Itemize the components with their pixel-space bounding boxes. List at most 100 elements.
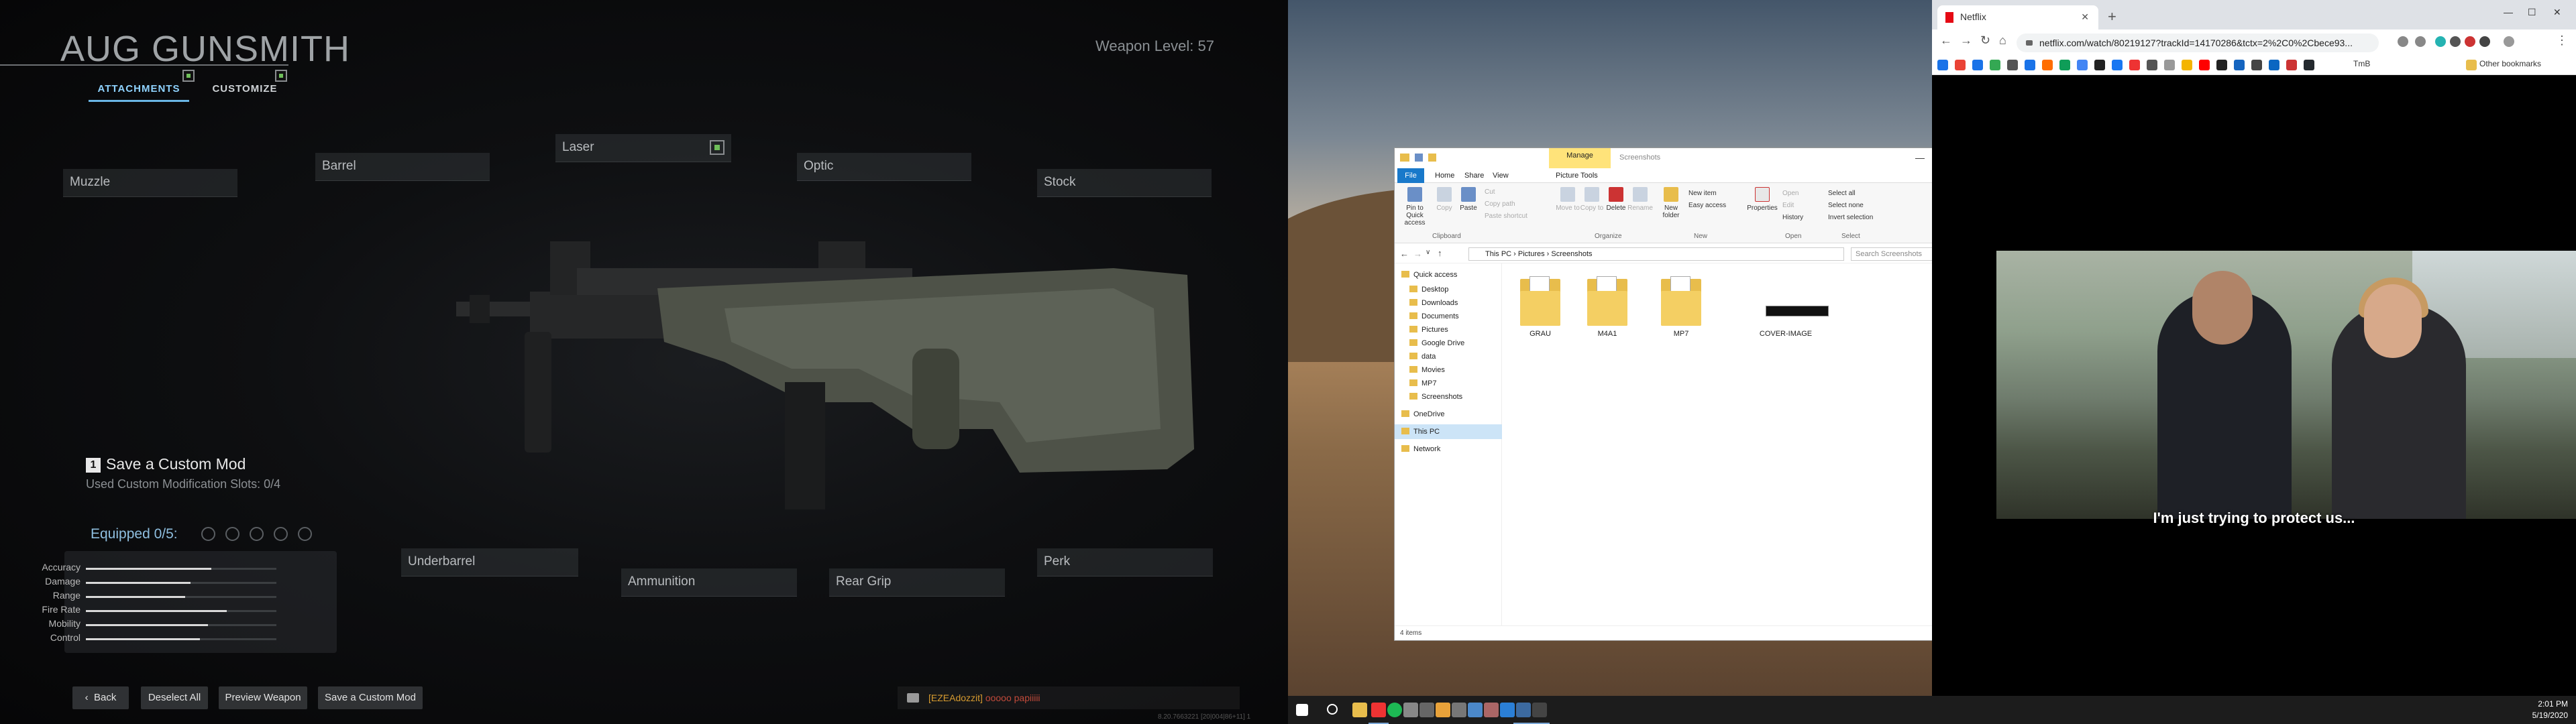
slot-underbarrel[interactable]: Underbarrel xyxy=(401,548,578,577)
tab-manage[interactable]: Manage xyxy=(1549,148,1611,168)
bookmark-icon[interactable] xyxy=(1990,60,2000,70)
close-tab-icon[interactable]: ✕ xyxy=(2081,5,2089,28)
nav-item-documents[interactable]: Documents xyxy=(1395,309,1502,324)
file-item-cover-image[interactable]: COVER-IMAGE xyxy=(1754,279,1829,338)
vscode-icon[interactable] xyxy=(1500,703,1515,717)
home-icon[interactable]: ⌂ xyxy=(1999,34,2006,48)
star-icon[interactable] xyxy=(2415,36,2426,47)
bookmark-icon[interactable] xyxy=(2182,60,2192,70)
bookmark-icon[interactable] xyxy=(2216,60,2227,70)
nav-item-desktop[interactable]: Desktop xyxy=(1395,282,1502,297)
app-icon[interactable] xyxy=(1436,703,1450,717)
windows-start-icon[interactable] xyxy=(1296,704,1308,716)
zoom-icon[interactable] xyxy=(2398,36,2408,47)
preview-weapon-button[interactable]: Preview Weapon xyxy=(219,686,307,709)
system-clock[interactable]: 2:01 PM 5/19/2020 xyxy=(2532,699,2568,721)
slot-ammunition[interactable]: Ammunition xyxy=(621,568,797,597)
minimize-icon[interactable]: — xyxy=(2504,7,2513,17)
back-button[interactable]: ‹ Back xyxy=(72,686,129,709)
back-arrow-icon[interactable]: ← xyxy=(1940,34,1952,48)
nav-item-google-drive[interactable]: Google Drive xyxy=(1395,336,1502,351)
edit-button[interactable]: Edit xyxy=(1782,202,1794,209)
slot-barrel[interactable]: Barrel xyxy=(315,153,490,181)
nav-item-onedrive[interactable]: OneDrive xyxy=(1395,407,1502,422)
folder-item-m4a1[interactable]: M4A1 xyxy=(1576,276,1639,338)
paste-shortcut-button[interactable]: Paste shortcut xyxy=(1485,213,1527,220)
select-none-button[interactable]: Select none xyxy=(1828,202,1864,209)
tab-picture-tools[interactable]: Picture Tools xyxy=(1550,168,1603,183)
close-icon[interactable]: ✕ xyxy=(2553,7,2561,18)
reload-icon[interactable]: ↻ xyxy=(1980,34,1990,48)
recent-chevron-icon[interactable]: ∨ xyxy=(1426,249,1430,256)
tab-home[interactable]: Home xyxy=(1430,168,1460,183)
lock-icon[interactable] xyxy=(2026,40,2033,46)
deselect-all-button[interactable]: Deselect All xyxy=(141,686,208,709)
cut-button[interactable]: Cut xyxy=(1485,188,1495,196)
bookmark-icon[interactable] xyxy=(1972,60,1983,70)
chrome-icon[interactable] xyxy=(1368,703,1389,724)
nav-item-data[interactable]: data xyxy=(1395,349,1502,364)
tab-view[interactable]: View xyxy=(1487,168,1514,183)
properties-icon[interactable] xyxy=(1415,154,1423,162)
folder-item-mp7[interactable]: MP7 xyxy=(1650,276,1713,338)
slot-stock[interactable]: Stock xyxy=(1037,169,1212,197)
bookmark-icon[interactable] xyxy=(2234,60,2245,70)
open-button[interactable]: Open xyxy=(1782,190,1799,197)
easy-access-button[interactable]: Easy access xyxy=(1688,202,1726,209)
bookmark-icon[interactable] xyxy=(2112,60,2123,70)
folder-item-grau[interactable]: GRAU xyxy=(1509,276,1572,338)
new-folder-button[interactable]: New folder xyxy=(1656,187,1686,219)
app-icon[interactable] xyxy=(1403,703,1418,717)
slot-muzzle[interactable]: Muzzle xyxy=(63,169,237,197)
spotify-icon[interactable] xyxy=(1387,703,1402,717)
forward-arrow-icon[interactable]: → xyxy=(1413,249,1422,259)
other-bookmarks[interactable]: Other bookmarks xyxy=(2479,59,2541,68)
nav-item-screenshots[interactable]: Screenshots xyxy=(1395,389,1502,404)
video-player[interactable] xyxy=(1996,251,2576,519)
paste-button[interactable]: Paste xyxy=(1454,187,1483,212)
bookmark-icon[interactable] xyxy=(2042,60,2053,70)
up-arrow-icon[interactable]: ↑ xyxy=(1438,248,1442,258)
address-bar[interactable]: This PC › Pictures › Screenshots xyxy=(1468,247,1844,261)
bookmark-icon[interactable] xyxy=(2129,60,2140,70)
bookmark-icon[interactable] xyxy=(2147,60,2157,70)
nav-item-mp7[interactable]: MP7 xyxy=(1395,376,1502,391)
invert-selection-button[interactable]: Invert selection xyxy=(1828,214,1873,221)
slot-perk[interactable]: Perk xyxy=(1037,548,1213,577)
bookmark-icon[interactable] xyxy=(2007,60,2018,70)
history-button[interactable]: History xyxy=(1782,214,1803,221)
app-icon[interactable] xyxy=(1484,703,1499,717)
extension-icon[interactable] xyxy=(2479,36,2490,47)
bookmark-icon[interactable] xyxy=(2077,60,2088,70)
nav-item-this-pc[interactable]: This PC xyxy=(1395,424,1502,439)
bookmark-icon[interactable] xyxy=(2199,60,2210,70)
nav-item-network[interactable]: Network xyxy=(1395,442,1502,457)
bookmark-icon[interactable] xyxy=(2094,60,2105,70)
save-custom-mod-button[interactable]: Save a Custom Mod xyxy=(318,686,423,709)
url-bar[interactable]: netflix.com/watch/80219127?trackId=14170… xyxy=(2017,34,2379,52)
bookmark-icon[interactable] xyxy=(2304,60,2314,70)
tab-share[interactable]: Share xyxy=(1459,168,1489,183)
new-folder-icon[interactable] xyxy=(1428,154,1436,162)
profile-avatar[interactable] xyxy=(2504,36,2514,47)
nav-item-pictures[interactable]: Pictures xyxy=(1395,322,1502,337)
tab-file[interactable]: File xyxy=(1397,168,1424,183)
extension-icon[interactable] xyxy=(2465,36,2475,47)
nav-item-quick-access[interactable]: Quick access xyxy=(1395,267,1502,282)
bookmark-icon[interactable] xyxy=(2269,60,2279,70)
app-icon[interactable] xyxy=(1468,703,1483,717)
tab-netflix[interactable]: Netflix ✕ xyxy=(1937,5,2098,29)
bookmark-icon[interactable] xyxy=(2059,60,2070,70)
select-all-button[interactable]: Select all xyxy=(1828,190,1856,197)
maximize-icon[interactable]: ☐ xyxy=(2528,7,2536,18)
tab-customize[interactable]: CUSTOMIZE xyxy=(208,70,287,102)
tab-attachments[interactable]: ATTACHMENTS xyxy=(89,70,195,102)
file-explorer-icon[interactable] xyxy=(1352,703,1367,717)
bookmark-icon[interactable] xyxy=(2164,60,2175,70)
modern-warfare-icon[interactable] xyxy=(1529,703,1550,724)
pin-quick-access-button[interactable]: Pin to Quick access xyxy=(1397,187,1432,227)
forward-arrow-icon[interactable]: → xyxy=(1960,34,1972,48)
copy-path-button[interactable]: Copy path xyxy=(1485,200,1515,208)
slot-rear-grip[interactable]: Rear Grip xyxy=(829,568,1005,597)
new-tab-icon[interactable]: + xyxy=(2108,8,2116,25)
